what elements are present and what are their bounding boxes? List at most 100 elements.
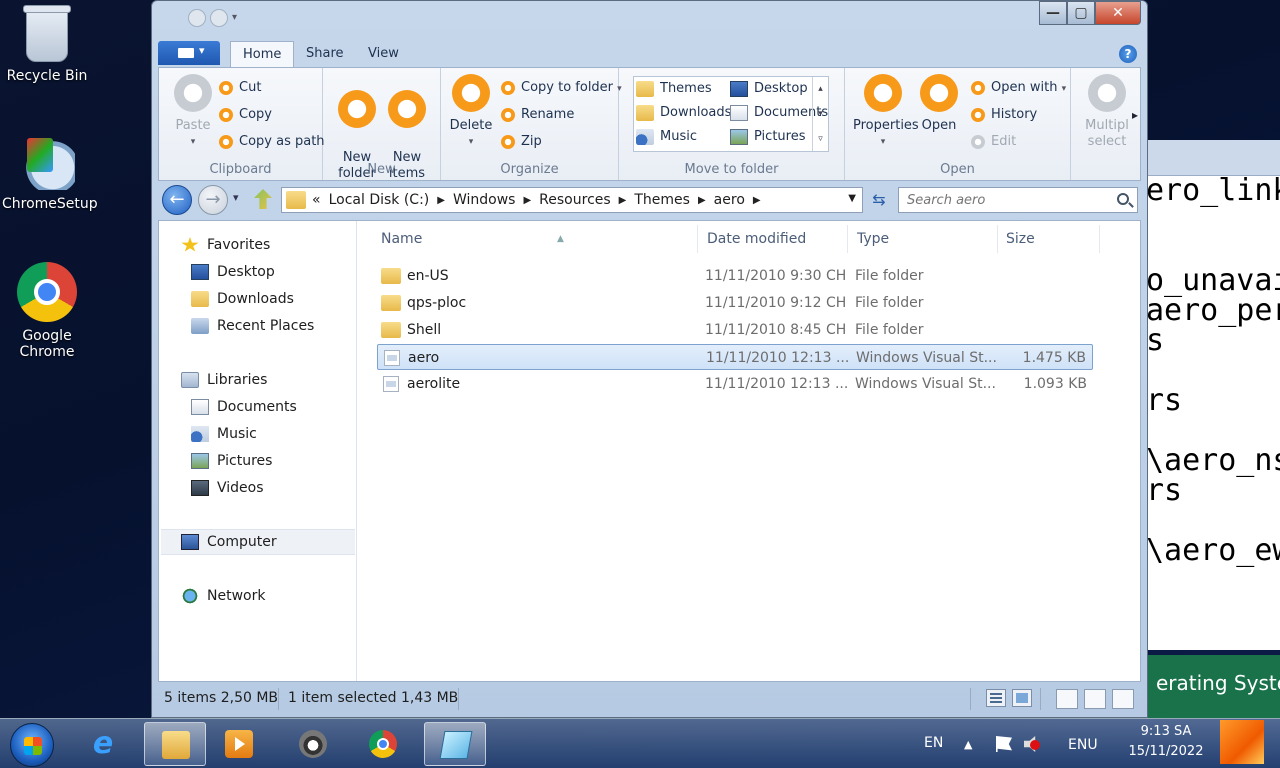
new-folder-button[interactable]: New folder: [331, 74, 383, 198]
column-name[interactable]: Name ▲: [381, 227, 681, 251]
properties-button[interactable]: Properties ▾: [853, 74, 919, 150]
nav-network[interactable]: Network: [181, 584, 265, 608]
copy-button[interactable]: Copy: [217, 105, 272, 125]
clock[interactable]: 9:13 SA 15/11/2022: [1118, 722, 1214, 762]
copy-to-folder-button[interactable]: Copy to folder ▾: [499, 78, 622, 98]
nav-pictures[interactable]: Pictures: [191, 449, 272, 473]
nav-libraries[interactable]: Libraries: [181, 368, 267, 392]
refresh-icon[interactable]: ⇆: [868, 189, 890, 211]
move-to-music[interactable]: Music: [634, 126, 697, 148]
delete-button[interactable]: Delete ▾: [445, 74, 497, 150]
open-with-button[interactable]: Open with ▾: [969, 78, 1066, 98]
preview-pane-button[interactable]: [1056, 689, 1078, 709]
chevron-down-icon[interactable]: ▾: [232, 9, 244, 27]
file-row[interactable]: en-US 11/11/2010 9:30 CH File folder: [377, 263, 1093, 289]
chevron-right-icon[interactable]: ▶: [753, 195, 761, 206]
breadcrumb-overflow[interactable]: «: [312, 192, 321, 208]
help-icon[interactable]: ?: [1119, 45, 1137, 63]
search-box[interactable]: [898, 187, 1138, 213]
desktop-icon-recycle-bin[interactable]: Recycle Bin: [2, 5, 92, 84]
new-folder-qat-icon[interactable]: [210, 9, 228, 27]
expand-gallery-icon[interactable]: ▿: [818, 134, 823, 144]
nav-favorites[interactable]: Favorites: [181, 233, 270, 257]
nav-recent-places[interactable]: Recent Places: [191, 314, 314, 338]
taskbar-ie[interactable]: e: [72, 722, 134, 766]
taskbar-media-player[interactable]: [208, 722, 270, 766]
zip-button[interactable]: Zip: [499, 132, 542, 152]
chevron-down-icon[interactable]: ▾: [818, 109, 823, 119]
file-row[interactable]: aerolite 11/11/2010 12:13 ... Windows Visu…: [377, 371, 1093, 397]
back-button[interactable]: ←: [162, 185, 192, 215]
history-button[interactable]: History: [969, 105, 1037, 125]
tab-share[interactable]: Share: [306, 41, 344, 67]
taskbar-raccoon-app[interactable]: [282, 722, 344, 766]
open-button[interactable]: Open: [915, 74, 963, 134]
explorer-window[interactable]: ▾ — ▢ ✕ Home Share View ? Paste ▾ Cut Co…: [151, 0, 1148, 718]
chevron-up-icon[interactable]: ▴: [818, 84, 823, 94]
search-input[interactable]: [899, 188, 1099, 212]
large-icons-view-button[interactable]: [1012, 689, 1032, 707]
column-type[interactable]: Type: [857, 227, 889, 251]
nav-documents[interactable]: Documents: [191, 395, 297, 419]
background-console-window[interactable]: ero_link o_unavai aero_per s rs \aero_ns…: [1140, 140, 1280, 650]
file-menu-button[interactable]: [158, 41, 220, 65]
breadcrumb-resources[interactable]: Resources: [539, 192, 611, 208]
file-row[interactable]: aero 11/11/2010 12:13 ... Windows Visual S…: [377, 344, 1093, 370]
column-divider[interactable]: [697, 225, 698, 253]
taskbar-explorer[interactable]: [144, 722, 206, 766]
details-view-button[interactable]: [986, 689, 1006, 707]
tab-home[interactable]: Home: [230, 41, 295, 67]
move-to-downloads[interactable]: Downloads: [634, 102, 731, 124]
nav-downloads[interactable]: Downloads: [191, 287, 294, 311]
rename-button[interactable]: Rename: [499, 105, 574, 125]
column-date-modified[interactable]: Date modified: [707, 227, 806, 251]
details-pane-button[interactable]: [1084, 689, 1106, 709]
move-to-desktop[interactable]: Desktop: [728, 78, 808, 100]
breadcrumb-themes[interactable]: Themes: [634, 192, 690, 208]
user-thumbnail[interactable]: [1220, 720, 1264, 764]
chevron-right-icon[interactable]: ▶: [437, 195, 445, 206]
language-indicator[interactable]: EN: [924, 735, 943, 751]
edit-button[interactable]: Edit: [969, 132, 1016, 152]
up-arrow-icon[interactable]: [254, 189, 272, 209]
gallery-scroller[interactable]: ▴ ▾ ▿: [812, 77, 828, 151]
copy-as-path-button[interactable]: Copy as path: [217, 132, 325, 152]
chevron-right-icon[interactable]: ▶: [698, 195, 706, 206]
navigation-pane-button[interactable]: [1112, 689, 1134, 709]
forward-button[interactable]: →: [198, 185, 228, 215]
file-row[interactable]: qps-ploc 11/11/2010 9:12 CH File folder: [377, 290, 1093, 316]
breadcrumb-aero[interactable]: aero: [714, 192, 745, 208]
move-to-themes[interactable]: Themes: [634, 78, 712, 100]
select-multiple-button[interactable]: Multipl select: [1077, 74, 1131, 150]
breadcrumb-local-disk[interactable]: Local Disk (C:): [329, 192, 430, 208]
nav-videos[interactable]: Videos: [191, 476, 264, 500]
column-divider[interactable]: [997, 225, 998, 253]
nav-desktop[interactable]: Desktop: [191, 260, 275, 284]
taskbar-notepad[interactable]: [424, 722, 486, 766]
show-hidden-icons-icon[interactable]: ▲: [964, 738, 972, 751]
recent-locations-dropdown[interactable]: ▾: [233, 191, 239, 204]
file-row[interactable]: Shell 11/11/2010 8:45 CH File folder: [377, 317, 1093, 343]
breadcrumb-windows[interactable]: Windows: [453, 192, 516, 208]
move-to-pictures[interactable]: Pictures: [728, 126, 805, 148]
column-divider[interactable]: [1099, 225, 1100, 253]
column-size[interactable]: Size: [1006, 227, 1035, 251]
chevron-down-icon[interactable]: ▼: [848, 193, 856, 204]
taskbar-chrome[interactable]: [352, 722, 414, 766]
nav-computer[interactable]: Computer: [181, 530, 277, 554]
action-center-flag-icon[interactable]: [996, 736, 1012, 752]
tab-view[interactable]: View: [368, 41, 399, 67]
maximize-button[interactable]: ▢: [1067, 1, 1095, 25]
input-language[interactable]: ENU: [1068, 737, 1098, 753]
minimize-button[interactable]: —: [1039, 1, 1067, 25]
paste-button[interactable]: Paste ▾: [167, 74, 219, 150]
start-button[interactable]: [10, 723, 54, 767]
close-button[interactable]: ✕: [1095, 1, 1141, 25]
chevron-right-icon[interactable]: ▶: [619, 195, 627, 206]
chevron-right-icon[interactable]: ▶: [523, 195, 531, 206]
desktop-icon-chromesetup[interactable]: ChromeSetup: [2, 134, 98, 212]
search-icon[interactable]: [1117, 193, 1129, 205]
cut-button[interactable]: Cut: [217, 78, 261, 98]
new-items-button[interactable]: New items: [381, 74, 433, 198]
address-bar[interactable]: « Local Disk (C:) ▶ Windows ▶ Resources …: [281, 187, 863, 213]
